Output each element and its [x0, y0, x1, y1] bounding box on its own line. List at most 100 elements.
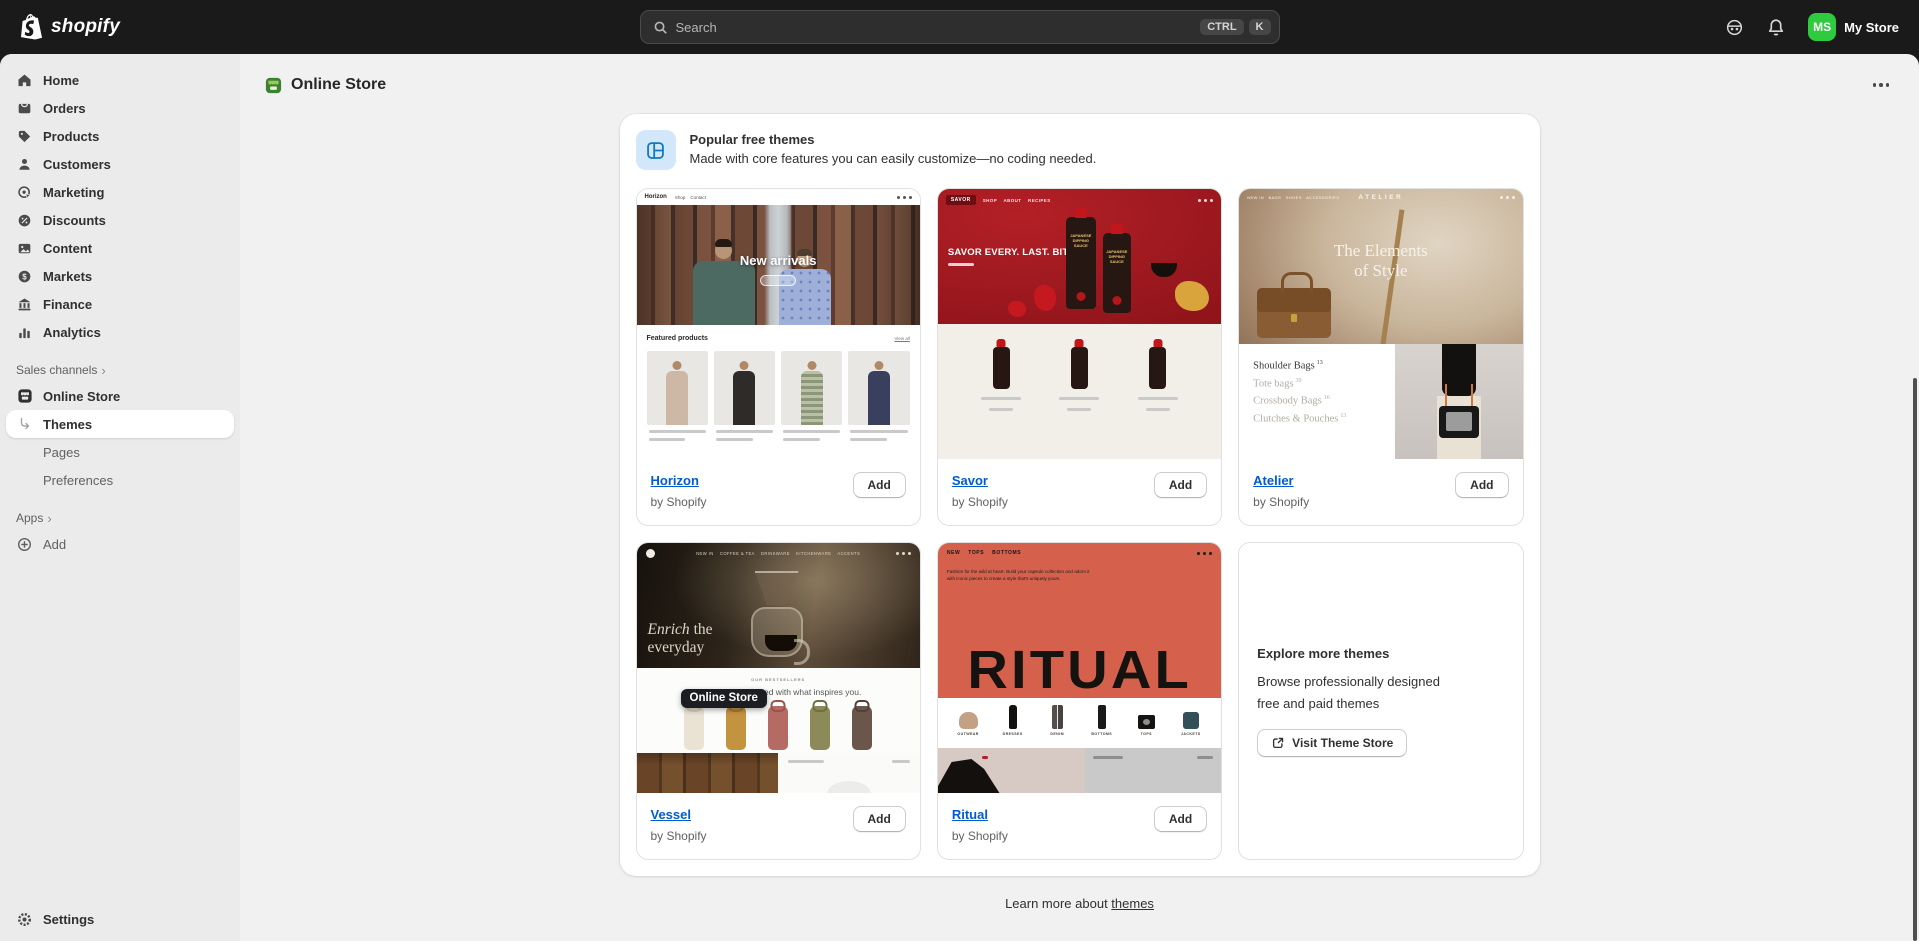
- page-more-actions-button[interactable]: [1867, 74, 1895, 96]
- theme-card-footer: Savor by Shopify Add: [938, 459, 1221, 525]
- themes-help-link[interactable]: themes: [1111, 896, 1154, 911]
- theme-card-savor: SAVOR SHOP ABOUT RECIPES SAVOR EVERY. LA…: [937, 188, 1222, 526]
- theme-name-link-savor[interactable]: Savor: [952, 473, 988, 488]
- theme-preview-ritual[interactable]: NEW TOPS BOTTOMS Fashion for the wild at…: [938, 543, 1221, 793]
- sidebar-item-markets[interactable]: $ Markets: [6, 262, 234, 290]
- theme-preview-atelier[interactable]: NEW IN BAGS SHOES ACCESSORIES ATELIER Th…: [1239, 189, 1522, 459]
- search-icon: [653, 20, 668, 35]
- explore-text-line1: Browse professionally designed: [1257, 674, 1504, 689]
- kbd-ctrl: CTRL: [1200, 19, 1243, 35]
- shopify-bag-icon: [20, 13, 44, 40]
- product-tiles: [637, 351, 920, 459]
- preview-nav-icons: [897, 196, 912, 199]
- sidebar-item-preferences[interactable]: Preferences: [6, 466, 234, 494]
- hero-button: [760, 275, 796, 286]
- sales-channels-header[interactable]: Sales channels ›: [6, 358, 234, 382]
- image-icon: [16, 240, 33, 257]
- chevron-right-icon: ›: [47, 511, 51, 526]
- popular-themes-banner: Popular free themes Made with core featu…: [620, 114, 1540, 188]
- sidebar-item-pages[interactable]: Pages: [6, 438, 234, 466]
- preview-navbar: Horizon Shop Contact: [637, 189, 920, 205]
- sidebar-item-add-app[interactable]: Add: [6, 530, 234, 558]
- popular-themes-card: Popular free themes Made with core featu…: [620, 114, 1540, 876]
- search-input[interactable]: [676, 20, 1196, 35]
- hero-headline: SAVOR EVERY. LAST. BITE.: [948, 247, 1078, 258]
- product-image: [1395, 344, 1523, 459]
- kbd-k: K: [1249, 19, 1271, 35]
- sidebar-item-marketing[interactable]: Marketing: [6, 178, 234, 206]
- banner-title: Popular free themes: [690, 130, 1097, 147]
- notifications-button[interactable]: [1760, 11, 1792, 43]
- storefront-icon: [16, 388, 33, 405]
- add-theme-button-horizon[interactable]: Add: [853, 472, 906, 498]
- featured-products-label: Featured products: [647, 335, 708, 342]
- explore-more-themes-card: Explore more themes Browse professionall…: [1238, 542, 1523, 860]
- add-theme-button-savor[interactable]: Add: [1154, 472, 1207, 498]
- sidebar-item-content[interactable]: Content: [6, 234, 234, 262]
- explore-title: Explore more themes: [1257, 646, 1504, 661]
- theme-card-ritual: NEW TOPS BOTTOMS Fashion for the wild at…: [937, 542, 1222, 860]
- sidebar-item-themes[interactable]: Themes: [6, 410, 234, 438]
- bank-icon: [16, 296, 33, 313]
- theme-blue-icon: [636, 130, 676, 170]
- preview-brand: ATELIER: [1247, 194, 1514, 201]
- sidebar-item-analytics[interactable]: Analytics: [6, 318, 234, 346]
- sidebar-item-products[interactable]: Products: [6, 122, 234, 150]
- theme-preview-vessel[interactable]: NEW IN COFFEE & TEA DRINKWARE KITCHENWAR…: [637, 543, 920, 793]
- theme-name-link-ritual[interactable]: Ritual: [952, 807, 988, 822]
- footer-help-text: Learn more about themes: [240, 896, 1919, 911]
- add-theme-button-ritual[interactable]: Add: [1154, 806, 1207, 832]
- add-theme-button-vessel[interactable]: Add: [853, 806, 906, 832]
- themes-grid: Horizon Shop Contact New arrivals Featur…: [620, 188, 1540, 876]
- chevron-right-icon: ›: [101, 363, 105, 378]
- online-store-tooltip: Online Store: [681, 689, 767, 708]
- theme-preview-horizon[interactable]: Horizon Shop Contact New arrivals Featur…: [637, 189, 920, 459]
- sidebar-item-discounts[interactable]: Discounts: [6, 206, 234, 234]
- sidebar-item-settings[interactable]: Settings: [6, 905, 234, 933]
- sidebar-item-online-store[interactable]: Online Store: [6, 382, 234, 410]
- main-content: Online Store Popular free themes Made wi…: [240, 54, 1919, 941]
- sidebar-item-orders[interactable]: Orders: [6, 94, 234, 122]
- store-menu-button[interactable]: MS My Store: [1802, 9, 1905, 45]
- product-tiles: OUTWEAR DRESSES DENIM BOTTOMS TOPS JACKE…: [938, 698, 1221, 748]
- global-search[interactable]: CTRL K: [640, 10, 1280, 44]
- hero-art: NEW TOPS BOTTOMS Fashion for the wild at…: [938, 543, 1221, 698]
- hero-art: New arrivals: [637, 205, 920, 325]
- store-name: My Store: [1844, 20, 1899, 35]
- bestsellers-eyebrow: OUR BESTSELLERS: [637, 668, 920, 682]
- sidekick-icon: [1725, 18, 1744, 37]
- tagline: Let your day be filled with what inspire…: [637, 687, 920, 697]
- topbar-right-cluster: MS My Store: [1718, 0, 1905, 54]
- scrollbar-thumb[interactable]: [1913, 378, 1917, 941]
- interior-photo: [637, 753, 779, 793]
- theme-card-footer: Ritual by Shopify Add: [938, 793, 1221, 859]
- visit-theme-store-button[interactable]: Visit Theme Store: [1257, 729, 1407, 757]
- apps-header[interactable]: Apps ›: [6, 506, 234, 530]
- sidebar-item-customers[interactable]: Customers: [6, 150, 234, 178]
- sidebar-item-finance[interactable]: Finance: [6, 290, 234, 318]
- hero-headline: Enrich the everyday: [648, 621, 713, 656]
- shopify-logo[interactable]: shopify: [20, 13, 120, 40]
- sidebar: Home Orders Products Customers Marketing…: [0, 54, 240, 941]
- store-avatar: MS: [1808, 13, 1836, 41]
- orders-icon: [16, 100, 33, 117]
- preview-nav-icons: [1198, 199, 1213, 202]
- globe-dollar-icon: $: [16, 268, 33, 285]
- theme-name-link-vessel[interactable]: Vessel: [651, 807, 692, 822]
- online-store-green-icon: [264, 76, 283, 95]
- model-photo: [938, 748, 1085, 793]
- hero-art: NEW IN COFFEE & TEA DRINKWARE KITCHENWAR…: [637, 543, 920, 668]
- theme-preview-savor[interactable]: SAVOR SHOP ABOUT RECIPES SAVOR EVERY. LA…: [938, 189, 1221, 459]
- sidebar-item-home[interactable]: Home: [6, 66, 234, 94]
- hero-headline: The Elements of Style: [1239, 241, 1522, 280]
- shopify-wordmark: shopify: [51, 16, 120, 38]
- theme-card-footer: Atelier by Shopify Add: [1239, 459, 1522, 525]
- theme-name-link-horizon[interactable]: Horizon: [651, 473, 699, 488]
- view-all-label: View all: [894, 336, 909, 341]
- hero-headline: RITUAL: [938, 646, 1221, 696]
- product-tiles: [938, 324, 1221, 459]
- sidekick-button[interactable]: [1718, 11, 1750, 43]
- add-theme-button-atelier[interactable]: Add: [1455, 472, 1508, 498]
- theme-name-link-atelier[interactable]: Atelier: [1253, 473, 1293, 488]
- page-header: Online Store: [240, 54, 1919, 104]
